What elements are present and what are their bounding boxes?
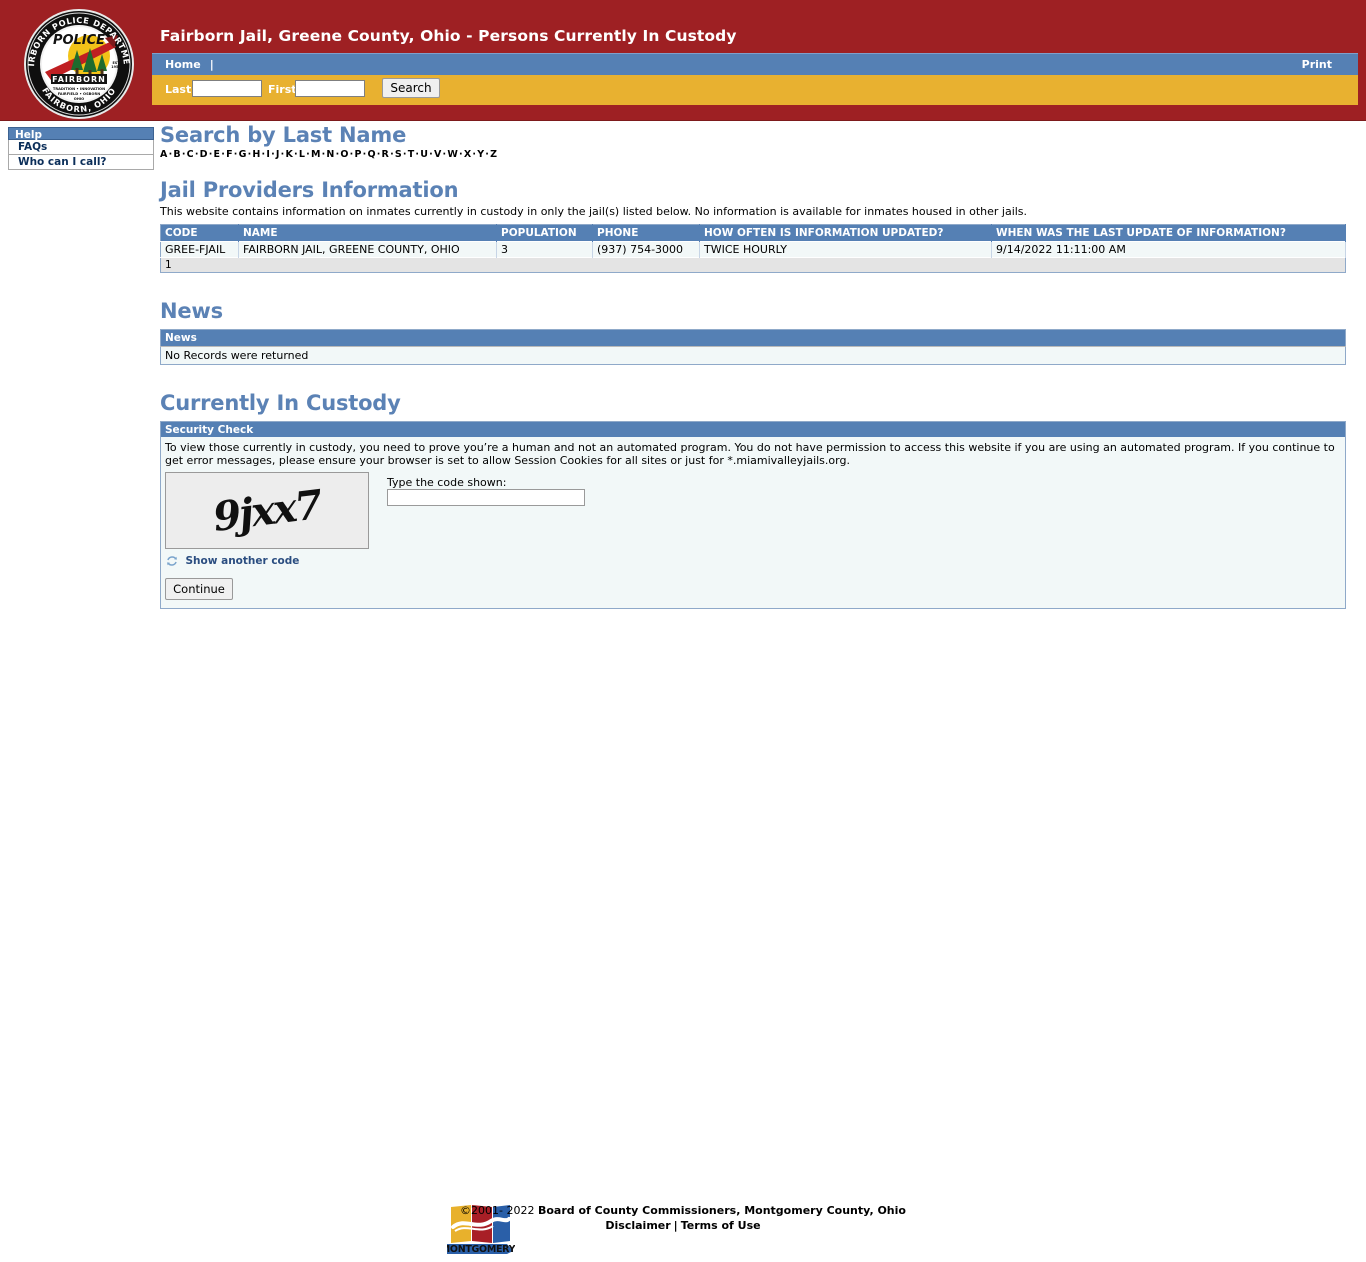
alpha-link-v[interactable]: V — [434, 149, 442, 160]
alpha-link-h[interactable]: H — [252, 149, 260, 160]
main-navigation-bar: Home | Print — [152, 53, 1358, 75]
alpha-link-p[interactable]: P — [354, 149, 361, 160]
security-check-header: Security Check — [161, 422, 1345, 437]
svg-text:FAIRBORN: FAIRBORN — [52, 75, 106, 84]
alpha-link-a[interactable]: A — [160, 149, 168, 160]
footer-text-block: ©2001- 2022 Board of County Commissioner… — [0, 1203, 1366, 1233]
sidebar-item-faqs[interactable]: FAQs — [8, 140, 154, 155]
alpha-link-n[interactable]: N — [326, 149, 334, 160]
sidebar-item-who-can-i-call-label[interactable]: Who can I call? — [18, 156, 107, 168]
news-empty-row: No Records were returned — [160, 346, 1346, 365]
fairborn-police-badge-logo: POLICE FAIRBORN TRADITION • INNOVATION F… — [13, 0, 141, 120]
captcha-code-label: Type the code shown: — [387, 476, 507, 489]
print-link[interactable]: Print — [1302, 58, 1332, 71]
security-check-panel: Security Check To view those currently i… — [160, 421, 1346, 609]
cell-code: GREE-FJAIL — [160, 241, 239, 258]
svg-text:COUNTY: COUNTY — [462, 1254, 494, 1259]
footer-copyright-prefix: ©2001- 2022 — [460, 1204, 538, 1217]
alpha-link-u[interactable]: U — [420, 149, 428, 160]
svg-text:FAIRFIELD • OSBORN: FAIRFIELD • OSBORN — [58, 92, 100, 96]
news-header-row: News — [160, 329, 1346, 347]
cell-last-update: 9/14/2022 11:11:00 AM — [991, 241, 1346, 258]
column-header-how-often: HOW OFTEN IS INFORMATION UPDATED? — [699, 224, 992, 242]
page-title: Fairborn Jail, Greene County, Ohio - Per… — [160, 27, 737, 45]
alpha-link-f[interactable]: F — [226, 149, 233, 160]
refresh-captcha-row[interactable]: Show another code — [165, 555, 1341, 571]
alpha-link-d[interactable]: D — [200, 149, 208, 160]
alphabet-index: A·B·C·D·E·F·G·H·I·J·K·L·M·N·O·P·Q·R·S·T·… — [160, 149, 1352, 160]
footer-links: Disclaimer | Terms of Use — [0, 1218, 1366, 1233]
nav-separator: | — [209, 58, 214, 71]
pager-page-1[interactable]: 1 — [160, 257, 1346, 273]
page-footer: MONTGOMERY COUNTY ©2001- 2022 Board of C… — [0, 598, 1366, 1260]
svg-text:TRADITION • INNOVATION: TRADITION • INNOVATION — [53, 87, 105, 91]
alpha-link-o[interactable]: O — [340, 149, 348, 160]
alpha-link-z[interactable]: Z — [490, 149, 497, 160]
alpha-link-g[interactable]: G — [239, 149, 247, 160]
captcha-row: 9jxx7 Type the code shown: — [165, 471, 1341, 553]
disclaimer-link[interactable]: Disclaimer — [605, 1219, 670, 1232]
news-empty-message: No Records were returned — [160, 346, 1346, 365]
alpha-link-c[interactable]: C — [187, 149, 194, 160]
page-header: POLICE FAIRBORN TRADITION • INNOVATION F… — [0, 0, 1366, 121]
refresh-icon — [166, 555, 178, 567]
column-header-news: News — [160, 329, 1346, 347]
captcha-code-text: 9jxx7 — [210, 480, 324, 541]
svg-text:POLICE: POLICE — [53, 33, 105, 48]
column-header-last-update: WHEN WAS THE LAST UPDATE OF INFORMATION? — [991, 224, 1346, 242]
sidebar-header-help: Help — [8, 127, 154, 141]
news-heading: News — [160, 299, 223, 323]
sidebar-item-who-can-i-call[interactable]: Who can I call? — [8, 155, 154, 170]
table-pager-row: 1 — [160, 257, 1346, 273]
cell-population: 3 — [496, 241, 593, 258]
alpha-link-m[interactable]: M — [311, 149, 321, 160]
alpha-link-r[interactable]: R — [382, 149, 390, 160]
alpha-link-b[interactable]: B — [173, 149, 180, 160]
cell-how-often: TWICE HOURLY — [699, 241, 992, 258]
last-name-label: Last — [165, 83, 192, 96]
alpha-link-s[interactable]: S — [395, 149, 402, 160]
svg-text:OHIO: OHIO — [74, 97, 84, 101]
column-header-code: CODE — [160, 224, 239, 242]
news-table: News No Records were returned — [160, 329, 1346, 365]
terms-of-use-link[interactable]: Terms of Use — [681, 1219, 761, 1232]
currently-in-custody-heading: Currently In Custody — [160, 391, 401, 415]
continue-button[interactable]: Continue — [165, 578, 233, 600]
jail-providers-table: CODE NAME POPULATION PHONE HOW OFTEN IS … — [160, 224, 1346, 273]
security-check-description: To view those currently in custody, you … — [165, 441, 1335, 467]
alpha-link-w[interactable]: W — [447, 149, 458, 160]
nav-item-home[interactable]: Home — [165, 58, 201, 71]
first-name-label: First — [268, 83, 297, 96]
sidebar-item-faqs-label[interactable]: FAQs — [18, 141, 47, 153]
svg-text:1950: 1950 — [111, 65, 121, 69]
help-sidebar: Help FAQs Who can I call? — [8, 127, 154, 170]
captcha-code-input[interactable] — [387, 489, 585, 506]
show-another-code-link[interactable]: Show another code — [186, 555, 300, 567]
alpha-link-k[interactable]: K — [285, 149, 293, 160]
jail-providers-blurb: This website contains information on inm… — [160, 205, 1028, 218]
column-header-name: NAME — [238, 224, 497, 242]
search-button[interactable]: Search — [382, 78, 440, 98]
footer-copyright-body: Board of County Commissioners, Montgomer… — [537, 1204, 906, 1217]
column-header-phone: PHONE — [592, 224, 700, 242]
footer-copyright-line: ©2001- 2022 Board of County Commissioner… — [0, 1203, 1366, 1218]
security-check-body: To view those currently in custody, you … — [161, 437, 1345, 608]
column-header-population: POPULATION — [496, 224, 593, 242]
search-by-last-name-heading: Search by Last Name — [160, 123, 407, 147]
cell-phone: (937) 754-3000 — [592, 241, 700, 258]
cell-name: FAIRBORN JAIL, GREENE COUNTY, OHIO — [238, 241, 497, 258]
table-row: GREE-FJAIL FAIRBORN JAIL, GREENE COUNTY,… — [160, 241, 1346, 258]
alpha-link-q[interactable]: Q — [367, 149, 375, 160]
name-search-bar: Last First Search — [152, 75, 1358, 105]
captcha-image: 9jxx7 — [165, 472, 369, 549]
jail-providers-heading: Jail Providers Information — [160, 178, 459, 202]
table-header-row: CODE NAME POPULATION PHONE HOW OFTEN IS … — [160, 224, 1346, 242]
nav-left-group: Home | — [165, 58, 218, 71]
main-content: Search by Last Name A·B·C·D·E·F·G·H·I·J·… — [160, 123, 1352, 609]
first-name-input[interactable] — [295, 80, 365, 97]
last-name-input[interactable] — [192, 80, 262, 97]
footer-links-separator: | — [673, 1219, 678, 1232]
